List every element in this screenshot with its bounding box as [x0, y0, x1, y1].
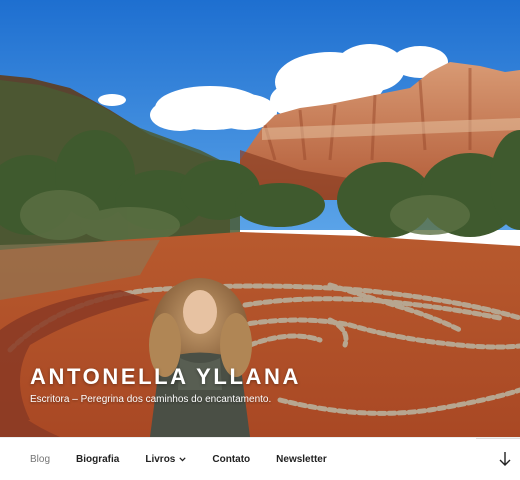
site-tagline: Escritora – Peregrina dos caminhos do en…	[30, 394, 272, 405]
main-navigation: Blog Biografia Livros Contato Newsletter	[0, 437, 520, 480]
nav-item-livros[interactable]: Livros	[145, 453, 187, 465]
site-branding: ANTONELLA YLLANA Escritora – Peregrina d…	[30, 364, 301, 406]
nav-item-contato[interactable]: Contato	[212, 454, 250, 465]
nav-item-biografia[interactable]: Biografia	[76, 454, 119, 465]
nav-item-label: Livros	[145, 453, 176, 465]
nav-item-label: Blog	[30, 453, 51, 465]
nav-item-blog[interactable]: Blog	[30, 454, 50, 465]
chevron-down-icon	[179, 454, 187, 465]
header-image: ANTONELLA YLLANA Escritora – Peregrina d…	[0, 0, 520, 437]
site-title[interactable]: ANTONELLA YLLANA	[30, 364, 301, 390]
nav-item-label: Contato	[212, 453, 251, 465]
arrow-down-icon[interactable]	[498, 451, 512, 467]
nav-item-newsletter[interactable]: Newsletter	[276, 454, 327, 465]
nav-item-label: Newsletter	[276, 453, 327, 465]
nav-item-label: Biografia	[76, 453, 120, 465]
nav-divider	[476, 438, 520, 439]
woman-figure	[149, 278, 252, 437]
nav-menu: Blog Biografia Livros Contato Newsletter	[30, 438, 353, 480]
